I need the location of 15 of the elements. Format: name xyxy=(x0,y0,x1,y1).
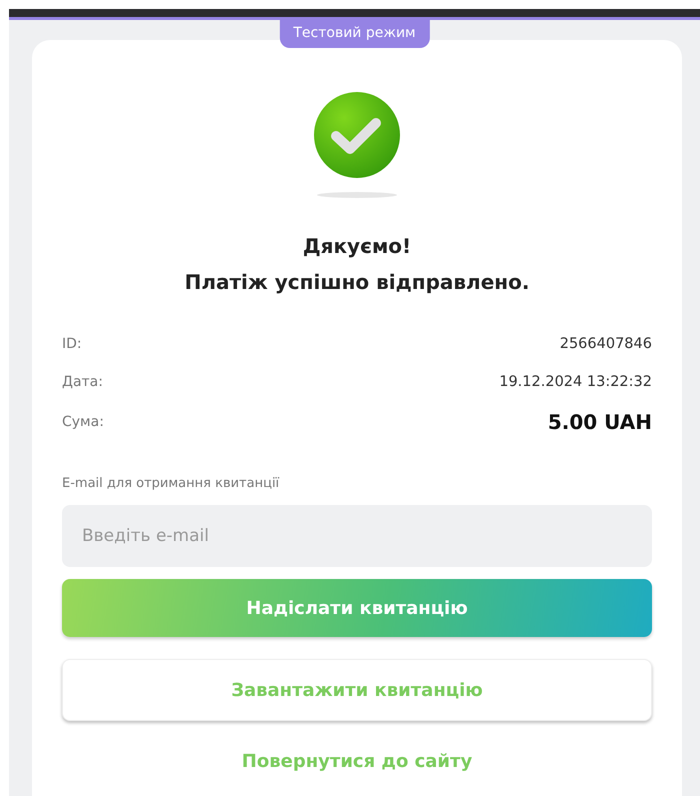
detail-label: ID: xyxy=(62,336,82,352)
test-mode-badge: Тестовий режим xyxy=(279,20,430,48)
back-to-site-link[interactable]: Повернутися до сайту xyxy=(242,751,472,772)
detail-value: 19.12.2024 13:22:32 xyxy=(499,374,652,390)
download-receipt-button[interactable]: Завантажити квитанцію xyxy=(62,659,652,721)
detail-label: Дата: xyxy=(62,374,103,390)
payment-status-text: Платіж успішно відправлено. xyxy=(184,269,530,296)
checkmark-icon xyxy=(312,90,402,180)
detail-label: Сума: xyxy=(62,414,104,430)
thank-you-title: Дякуємо! xyxy=(302,233,412,260)
send-receipt-button[interactable]: Надіслати квитанцію xyxy=(62,579,652,637)
amount-value: 5.00 UAH xyxy=(548,410,652,434)
email-field[interactable]: Введіть e-mail xyxy=(62,505,652,567)
detail-value: 2566407846 xyxy=(560,336,652,352)
email-label: E-mail для отримання квитанції xyxy=(62,476,280,491)
